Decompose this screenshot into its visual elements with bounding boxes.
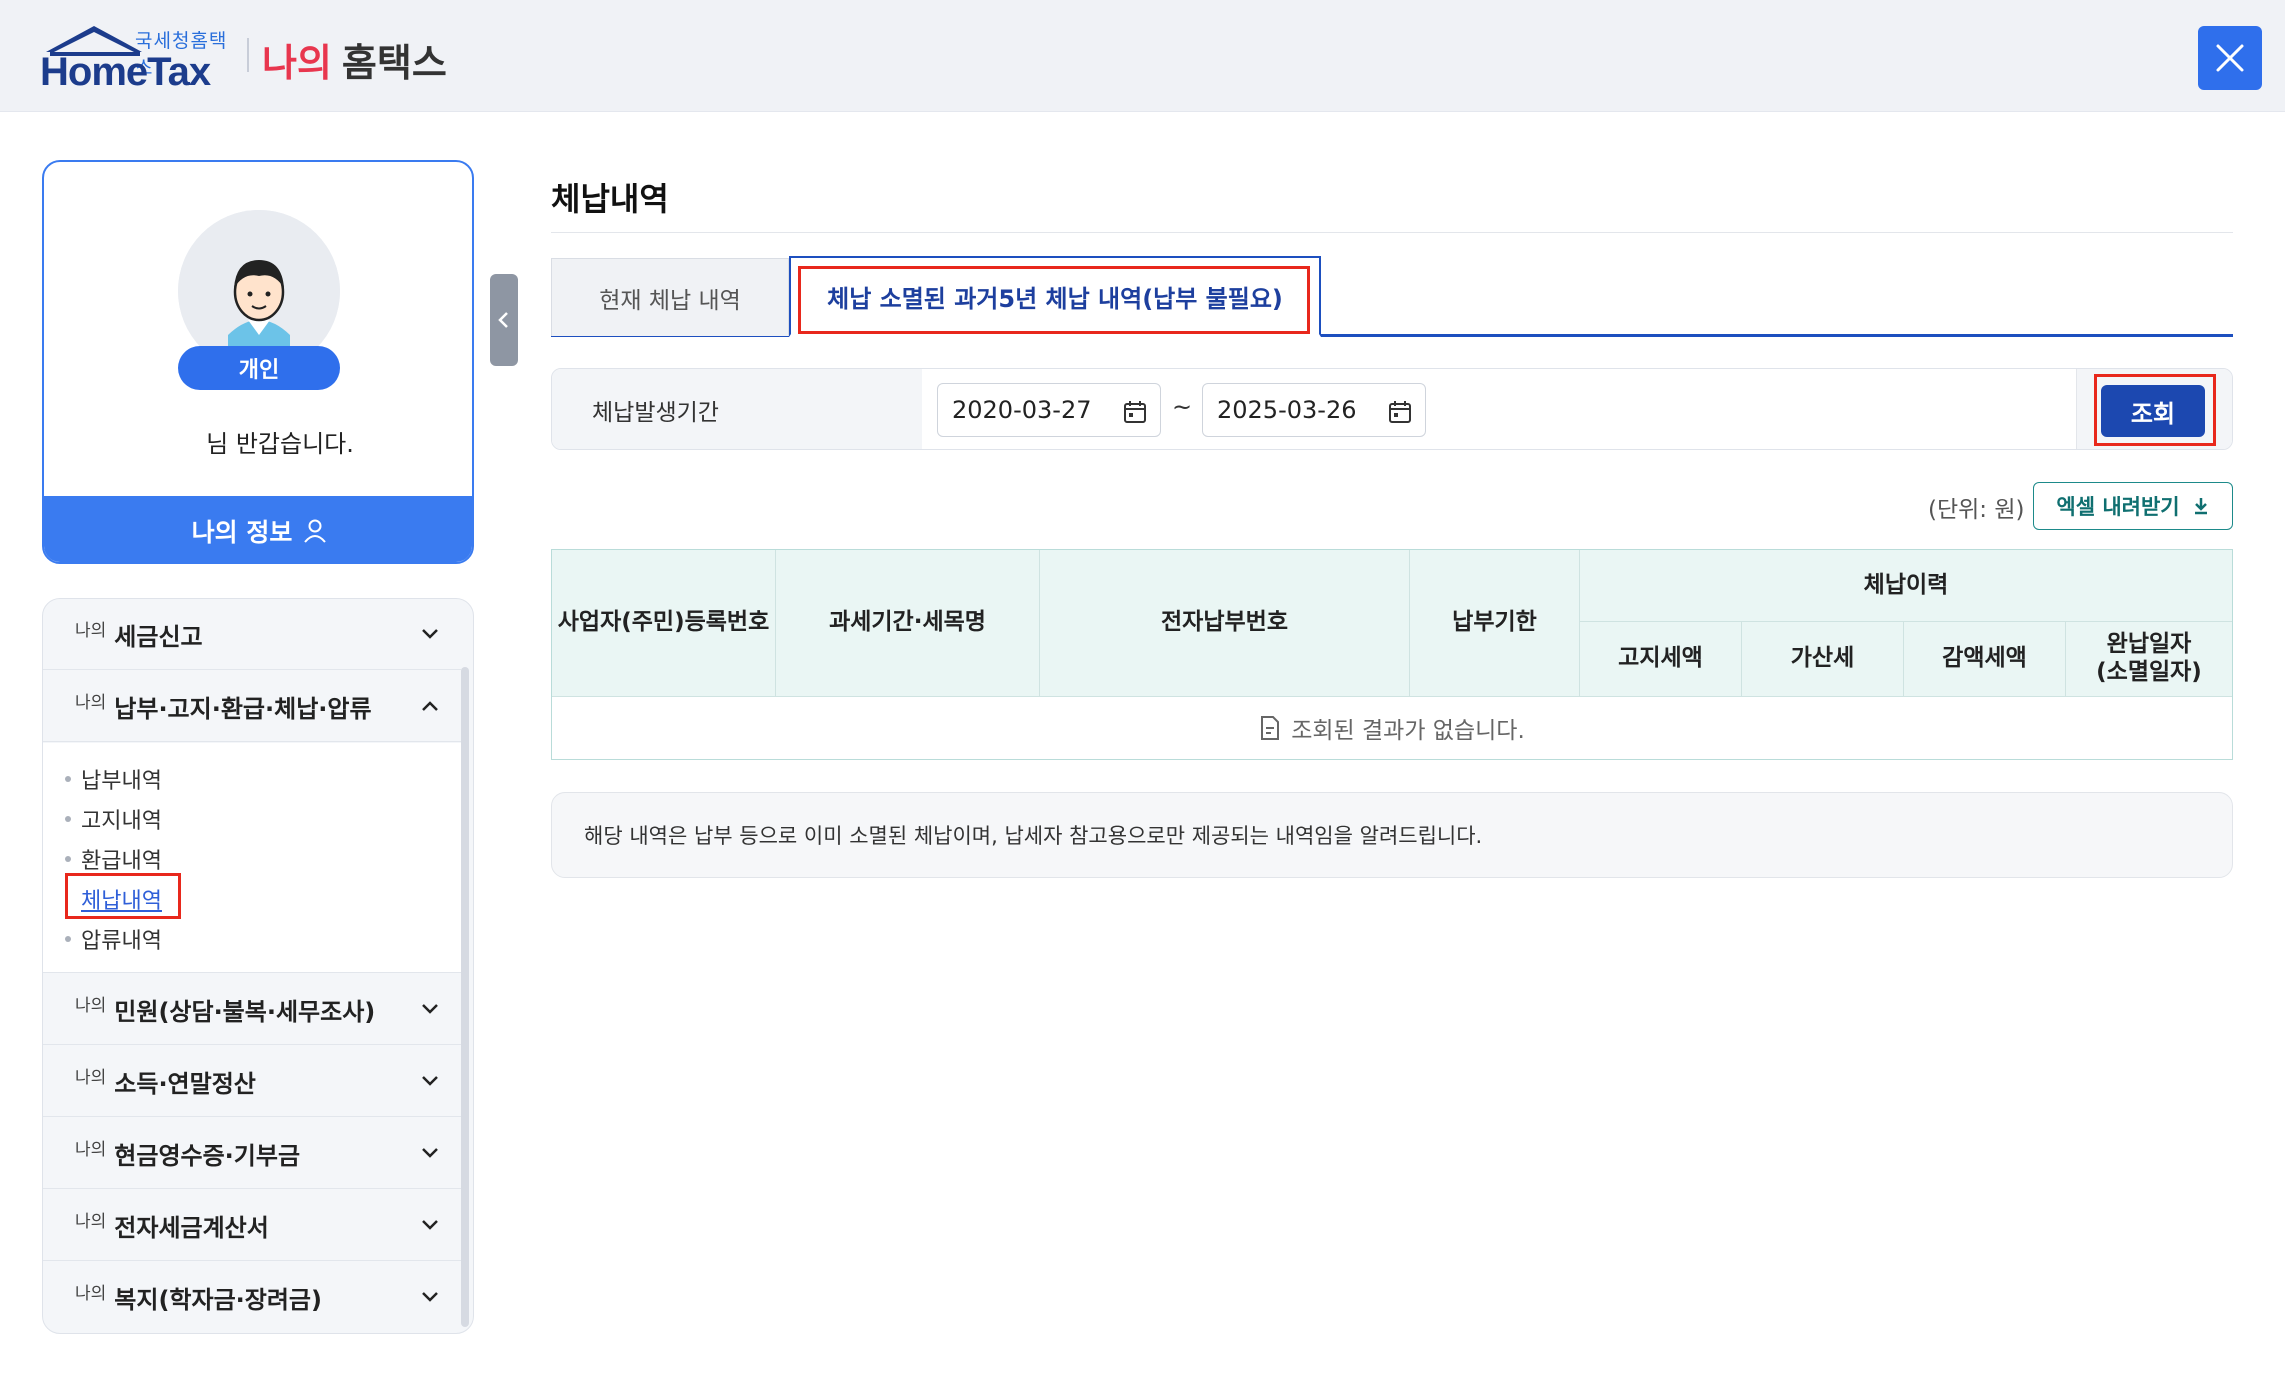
menu-prefix: 나의 — [75, 995, 107, 1016]
sidebar-item-welfare[interactable]: 나의 복지(학자금·장려금) — [43, 1262, 461, 1333]
table-header: 과세기간·세목명 — [776, 550, 1040, 697]
menu-label: 복지(학자금·장려금) — [114, 1286, 322, 1314]
logo-divider — [247, 38, 249, 72]
empty-result-text: 조회된 결과가 없습니다. — [1291, 718, 1525, 744]
menu-prefix: 나의 — [75, 692, 107, 713]
active-tab-highlight — [798, 266, 1310, 334]
table-header: 사업자(주민)등록번호 — [552, 550, 776, 697]
submenu-item[interactable]: 고지내역 — [65, 803, 162, 835]
menu-label: 민원(상담·불복·세무조사) — [114, 997, 376, 1026]
page-title: 체납내역 — [551, 180, 669, 218]
logo-main-text: HomeTax — [40, 50, 211, 94]
chevron-left-icon — [498, 312, 508, 328]
close-icon — [2216, 44, 2244, 72]
hometax-logo[interactable]: 국세청홈택스 HomeTax — [40, 20, 230, 94]
date-separator: ~ — [1172, 393, 1193, 421]
excel-download-button[interactable]: 엑셀 내려받기 — [2033, 482, 2233, 530]
sidebar-menu: 나의 세금신고 나의 납부·고지·환급·체납·압류 납부내역 고지내역 환급내역… — [42, 598, 474, 1334]
calendar-icon[interactable] — [1122, 399, 1148, 425]
arrears-table: 사업자(주민)등록번호 과세기간·세목명 전자납부번호 납부기한 체납이력 고지… — [551, 549, 2233, 760]
notice-box: 해당 내역은 납부 등으로 이미 소멸된 체납이며, 납세자 참고용으로만 제공… — [551, 792, 2233, 878]
table-subheader: 고지세액 — [1580, 622, 1742, 697]
calendar-icon[interactable] — [1387, 399, 1413, 425]
sidebar-submenu: 납부내역 고지내역 환급내역 체납내역 압류내역 — [43, 743, 461, 973]
title-divider — [551, 232, 2233, 233]
table-subheader: 가산세 — [1742, 622, 1904, 697]
brand-prefix: 나의 — [262, 41, 332, 85]
my-info-label: 나의 정보 — [191, 518, 293, 547]
menu-prefix: 나의 — [75, 620, 107, 641]
my-info-button[interactable]: 나의 정보 — [44, 496, 472, 562]
submenu-item[interactable]: 환급내역 — [65, 843, 162, 875]
chevron-up-icon — [422, 701, 438, 711]
table-header: 납부기한 — [1410, 550, 1580, 697]
menu-prefix: 나의 — [75, 1139, 107, 1160]
sidebar-scrollbar[interactable] — [461, 667, 469, 1327]
table-group-header: 체납이력 — [1580, 550, 2232, 622]
chevron-down-icon — [422, 1292, 438, 1302]
person-icon — [304, 519, 327, 543]
menu-label: 소득·연말정산 — [114, 1069, 256, 1098]
sidebar-item-income[interactable]: 나의 소득·연말정산 — [43, 1046, 461, 1117]
unit-text: (단위: 원) — [1928, 497, 2025, 523]
download-icon — [2194, 498, 2207, 515]
menu-prefix: 나의 — [75, 1284, 107, 1304]
end-date-value: 2025-03-26 — [1217, 396, 1357, 424]
excel-download-label: 엑셀 내려받기 — [2056, 495, 2180, 519]
table-subheader: 완납일자 (소멸일자) — [2066, 622, 2232, 697]
sidebar-collapse-handle[interactable] — [490, 274, 518, 366]
chevron-down-icon — [422, 629, 438, 639]
chevron-down-icon — [422, 1076, 438, 1086]
table-header: 전자납부번호 — [1040, 550, 1410, 697]
chevron-down-icon — [422, 1220, 438, 1230]
active-submenu-highlight — [65, 873, 181, 919]
menu-label: 세금신고 — [114, 622, 203, 651]
brand-title: 홈택스 — [341, 41, 447, 85]
menu-prefix: 나의 — [75, 1211, 107, 1232]
period-label: 체납발생기간 — [552, 369, 922, 449]
header: 국세청홈택스 HomeTax 나의 홈택스 — [0, 0, 2285, 112]
submenu-item[interactable]: 납부내역 — [65, 763, 162, 795]
tab-current-arrears[interactable]: 현재 체납 내역 — [551, 258, 789, 336]
profile-card: 개인 님 반갑습니다. 나의 정보 — [42, 160, 474, 564]
table-subheader: 감액세액 — [1904, 622, 2066, 697]
start-date-value: 2020-03-27 — [952, 396, 1092, 424]
sidebar-item-payment[interactable]: 나의 납부·고지·환급·체납·압류 — [43, 671, 461, 742]
submenu-item[interactable]: 압류내역 — [65, 923, 162, 955]
search-button-highlight — [2094, 374, 2216, 446]
close-button[interactable] — [2198, 26, 2262, 90]
empty-result: 조회된 결과가 없습니다. — [552, 697, 2232, 759]
search-panel: 체납발생기간 2020-03-27 ~ 2025-03-26 조회 — [551, 368, 2233, 450]
sidebar-item-e-invoice[interactable]: 나의 전자세금계산서 — [43, 1190, 461, 1261]
sidebar-item-civil[interactable]: 나의 민원(상담·불복·세무조사) — [43, 974, 461, 1045]
menu-label: 전자세금계산서 — [114, 1213, 269, 1242]
start-date-field[interactable]: 2020-03-27 — [937, 383, 1161, 437]
chevron-down-icon — [422, 1148, 438, 1158]
menu-label: 납부·고지·환급·체납·압류 — [114, 694, 372, 723]
sidebar-item-cash-receipt[interactable]: 나의 현금영수증·기부금 — [43, 1118, 461, 1189]
user-type-badge: 개인 — [178, 346, 340, 390]
end-date-field[interactable]: 2025-03-26 — [1202, 383, 1426, 437]
document-icon — [1261, 716, 1280, 740]
tab-bar: 현재 체납 내역 체납 소멸된 과거5년 체납 내역(납부 불필요) — [551, 256, 2233, 337]
chevron-down-icon — [422, 1004, 438, 1014]
menu-label: 현금영수증·기부금 — [114, 1141, 301, 1170]
menu-prefix: 나의 — [75, 1067, 107, 1088]
sidebar-item-tax-filing[interactable]: 나의 세금신고 — [43, 599, 461, 670]
greeting-text: 님 반갑습니다. — [206, 430, 354, 458]
my-hometax-title: 나의 홈택스 — [262, 32, 447, 87]
